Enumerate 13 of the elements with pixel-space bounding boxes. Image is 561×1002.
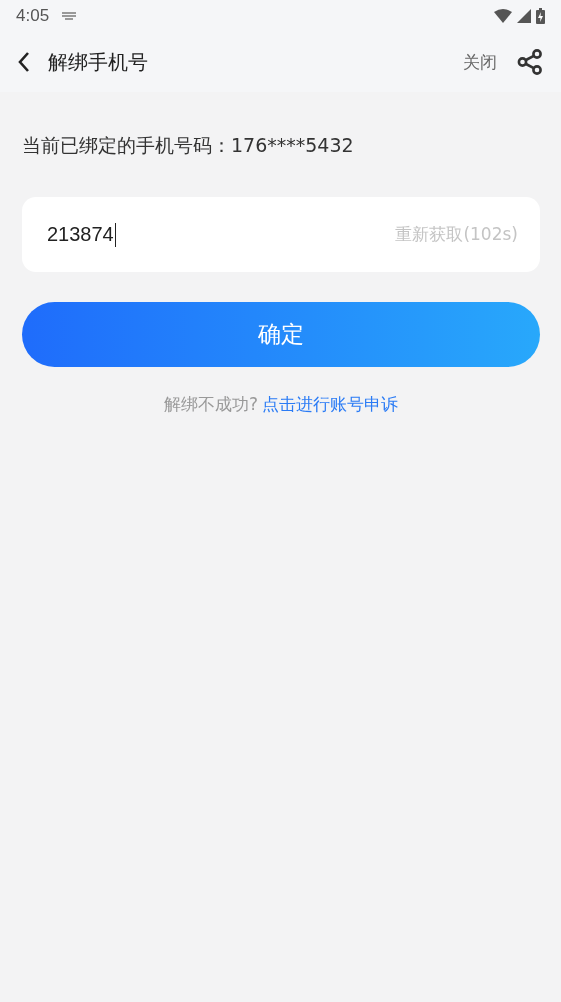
battery-icon — [536, 8, 545, 24]
confirm-button[interactable]: 确定 — [22, 302, 540, 367]
signal-icon — [517, 9, 531, 23]
bound-phone-text: 当前已绑定的手机号码：176****5432 — [22, 133, 355, 158]
share-icon[interactable] — [517, 49, 543, 75]
help-text: 解绑不成功? — [164, 393, 258, 416]
close-link[interactable]: 关闭 — [463, 50, 497, 74]
page-title: 解绑手机号 — [48, 48, 148, 76]
keyboard-icon — [62, 12, 77, 20]
status-time: 4:05 — [16, 6, 50, 26]
appeal-link[interactable]: 点击进行账号申诉 — [262, 393, 398, 416]
wifi-icon — [494, 9, 512, 23]
back-icon[interactable] — [17, 51, 31, 73]
